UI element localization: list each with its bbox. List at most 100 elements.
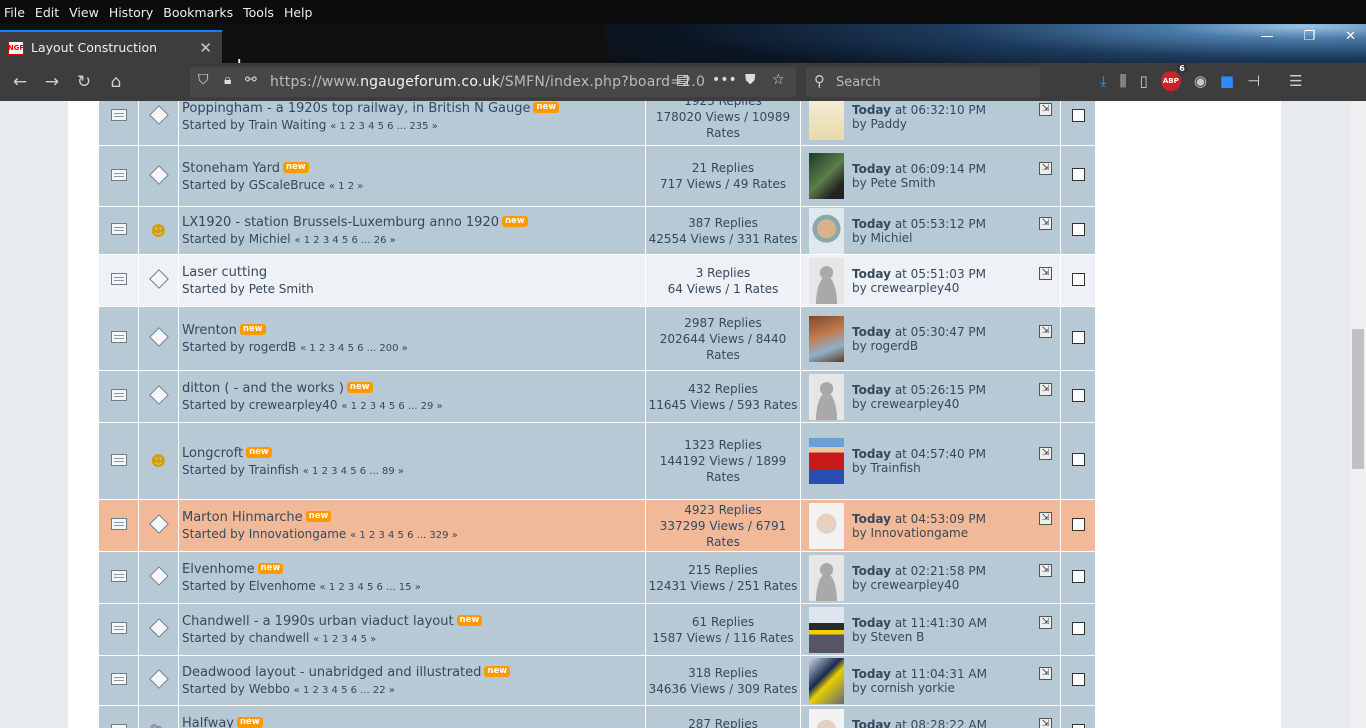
home-icon[interactable]: ⌂ — [100, 72, 132, 92]
library-icon[interactable]: ⫼ — [1120, 72, 1127, 90]
topic-title-link[interactable]: Stoneham Yard — [182, 161, 280, 176]
avatar[interactable] — [809, 554, 844, 601]
starter-link[interactable]: rogerdB — [249, 340, 297, 354]
new-tab-icon[interactable]: + — [230, 52, 248, 63]
menu-history[interactable]: History — [109, 5, 153, 20]
page-links[interactable]: « 1 2 3 4 5 » — [313, 634, 376, 645]
topic-title-link[interactable]: Longcroft — [182, 446, 243, 461]
last-post-arrow-icon[interactable]: ⇲ — [1039, 511, 1052, 525]
topic-title-link[interactable]: Wrenton — [182, 323, 237, 338]
page-links[interactable]: « 1 2 3 4 5 6 ... 15 » — [320, 582, 421, 593]
last-post-arrow-icon[interactable]: ⇲ — [1039, 615, 1052, 629]
last-poster-link[interactable]: Steven B — [871, 630, 925, 644]
starter-link[interactable]: GScaleBruce — [249, 178, 325, 192]
topic-title-link[interactable]: ditton ( - and the works ) — [182, 381, 344, 396]
restore-icon[interactable]: ❐ — [1303, 29, 1315, 44]
topic-title-link[interactable]: LX1920 - station Brussels-Luxemburg anno… — [182, 215, 499, 230]
avatar[interactable] — [809, 657, 844, 704]
menu-view[interactable]: View — [69, 5, 99, 20]
tab-layout-construction[interactable]: NGF Layout Construction ✕ — [0, 30, 222, 63]
back-icon[interactable]: ← — [4, 72, 36, 92]
select-checkbox[interactable] — [1071, 330, 1085, 344]
page-links[interactable]: « 1 2 » — [329, 181, 364, 192]
avatar[interactable] — [809, 708, 844, 728]
new-badge[interactable]: new — [346, 382, 373, 393]
select-checkbox[interactable] — [1071, 222, 1085, 236]
new-badge[interactable]: new — [257, 563, 284, 574]
last-post-arrow-icon[interactable]: ⇲ — [1039, 162, 1052, 175]
new-badge[interactable]: new — [283, 161, 309, 173]
account-icon[interactable]: ◉ — [1194, 72, 1207, 90]
starter-link[interactable]: Pete Smith — [249, 282, 314, 296]
sidebar-icon[interactable]: ▯ — [1140, 72, 1148, 90]
last-post-arrow-icon[interactable]: ⇲ — [1039, 102, 1052, 116]
select-checkbox[interactable] — [1071, 517, 1085, 531]
avatar[interactable] — [809, 153, 844, 199]
topic-title-link[interactable]: Elvenhome — [182, 562, 255, 577]
adblock-icon[interactable]: ABP 6 — [1160, 64, 1187, 91]
last-poster-link[interactable]: crewearpley40 — [871, 281, 960, 295]
last-post-arrow-icon[interactable]: ⇲ — [1039, 266, 1052, 280]
menu-icon[interactable]: ☰ — [1289, 72, 1302, 90]
starter-link[interactable]: Innovationgame — [249, 527, 347, 541]
avatar[interactable] — [809, 606, 844, 653]
page-scrollbar[interactable] — [1350, 101, 1366, 728]
new-badge[interactable]: new — [533, 102, 560, 113]
last-post-arrow-icon[interactable]: ⇲ — [1039, 382, 1052, 396]
avatar[interactable] — [809, 373, 844, 420]
last-poster-link[interactable]: rogerdB — [871, 339, 919, 353]
topic-title-link[interactable]: Marton Hinmarche — [182, 510, 303, 525]
last-poster-link[interactable]: crewearpley40 — [871, 578, 960, 592]
topic-title-link[interactable]: Deadwood layout - unabridged and illustr… — [182, 665, 481, 680]
last-post-arrow-icon[interactable]: ⇲ — [1039, 324, 1052, 338]
new-badge[interactable]: new — [456, 615, 483, 626]
minimize-icon[interactable]: — — [1260, 29, 1273, 44]
new-badge[interactable]: new — [502, 216, 528, 227]
last-poster-link[interactable]: cornish yorkie — [871, 681, 955, 695]
window-close-icon[interactable]: ✕ — [1345, 29, 1356, 44]
menu-help[interactable]: Help — [284, 5, 313, 20]
reload-icon[interactable]: ↻ — [68, 72, 100, 92]
avatar[interactable] — [809, 315, 844, 362]
new-badge[interactable]: new — [246, 446, 272, 458]
menu-file[interactable]: File — [4, 5, 25, 20]
url-text[interactable]: https://www.ngaugeforum.co.uk/SMFN/index… — [270, 74, 705, 90]
select-checkbox[interactable] — [1071, 569, 1085, 583]
avatar[interactable] — [809, 101, 844, 140]
select-checkbox[interactable] — [1071, 723, 1085, 728]
last-poster-link[interactable]: Michiel — [871, 231, 913, 245]
last-post-arrow-icon[interactable]: ⇲ — [1039, 447, 1052, 460]
starter-link[interactable]: crewearpley40 — [249, 398, 338, 412]
topic-title-link[interactable]: Laser cutting — [182, 265, 267, 280]
shield-icon[interactable]: ⛉ — [198, 72, 209, 88]
last-post-arrow-icon[interactable]: ⇲ — [1039, 717, 1052, 728]
last-post-arrow-icon[interactable]: ⇲ — [1039, 563, 1052, 577]
page-links[interactable]: « 1 2 3 4 5 6 ... 89 » — [303, 466, 404, 477]
avatar[interactable] — [809, 257, 844, 304]
page-links[interactable]: « 1 2 3 4 5 6 ... 22 » — [294, 685, 395, 696]
lock-icon[interactable]: 🔒︎ — [224, 72, 231, 88]
forward-icon[interactable]: → — [36, 72, 68, 92]
topic-title-link[interactable]: Halfway — [182, 716, 234, 728]
new-badge[interactable]: new — [484, 666, 511, 677]
pin-icon[interactable]: ⊣ — [1247, 72, 1260, 90]
select-checkbox[interactable] — [1071, 168, 1085, 181]
menu-tools[interactable]: Tools — [243, 5, 274, 20]
topic-title-link[interactable]: Poppingham - a 1920s top railway, in Bri… — [182, 101, 530, 116]
avatar[interactable] — [809, 207, 844, 254]
last-poster-link[interactable]: Pete Smith — [871, 176, 936, 190]
last-poster-link[interactable]: Innovationgame — [871, 526, 969, 540]
bookmark-star-icon[interactable]: ☆ — [772, 72, 785, 88]
starter-link[interactable]: Michiel — [249, 232, 291, 246]
last-post-arrow-icon[interactable]: ⇲ — [1039, 216, 1052, 230]
scrollbar-thumb[interactable] — [1352, 329, 1364, 469]
page-links[interactable]: « 1 2 3 4 5 6 ... 29 » — [341, 401, 442, 412]
new-badge[interactable]: new — [239, 324, 266, 335]
last-poster-link[interactable]: Paddy — [871, 117, 907, 131]
page-links[interactable]: « 1 2 3 4 5 6 ... 200 » — [300, 343, 408, 354]
permissions-icon[interactable]: ⚯ — [245, 72, 257, 88]
page-links[interactable]: « 1 2 3 4 5 6 ... 235 » — [330, 121, 438, 132]
search-input[interactable]: ⚲ Search — [806, 67, 1040, 97]
new-badge[interactable]: new — [237, 717, 263, 728]
select-checkbox[interactable] — [1071, 453, 1085, 466]
